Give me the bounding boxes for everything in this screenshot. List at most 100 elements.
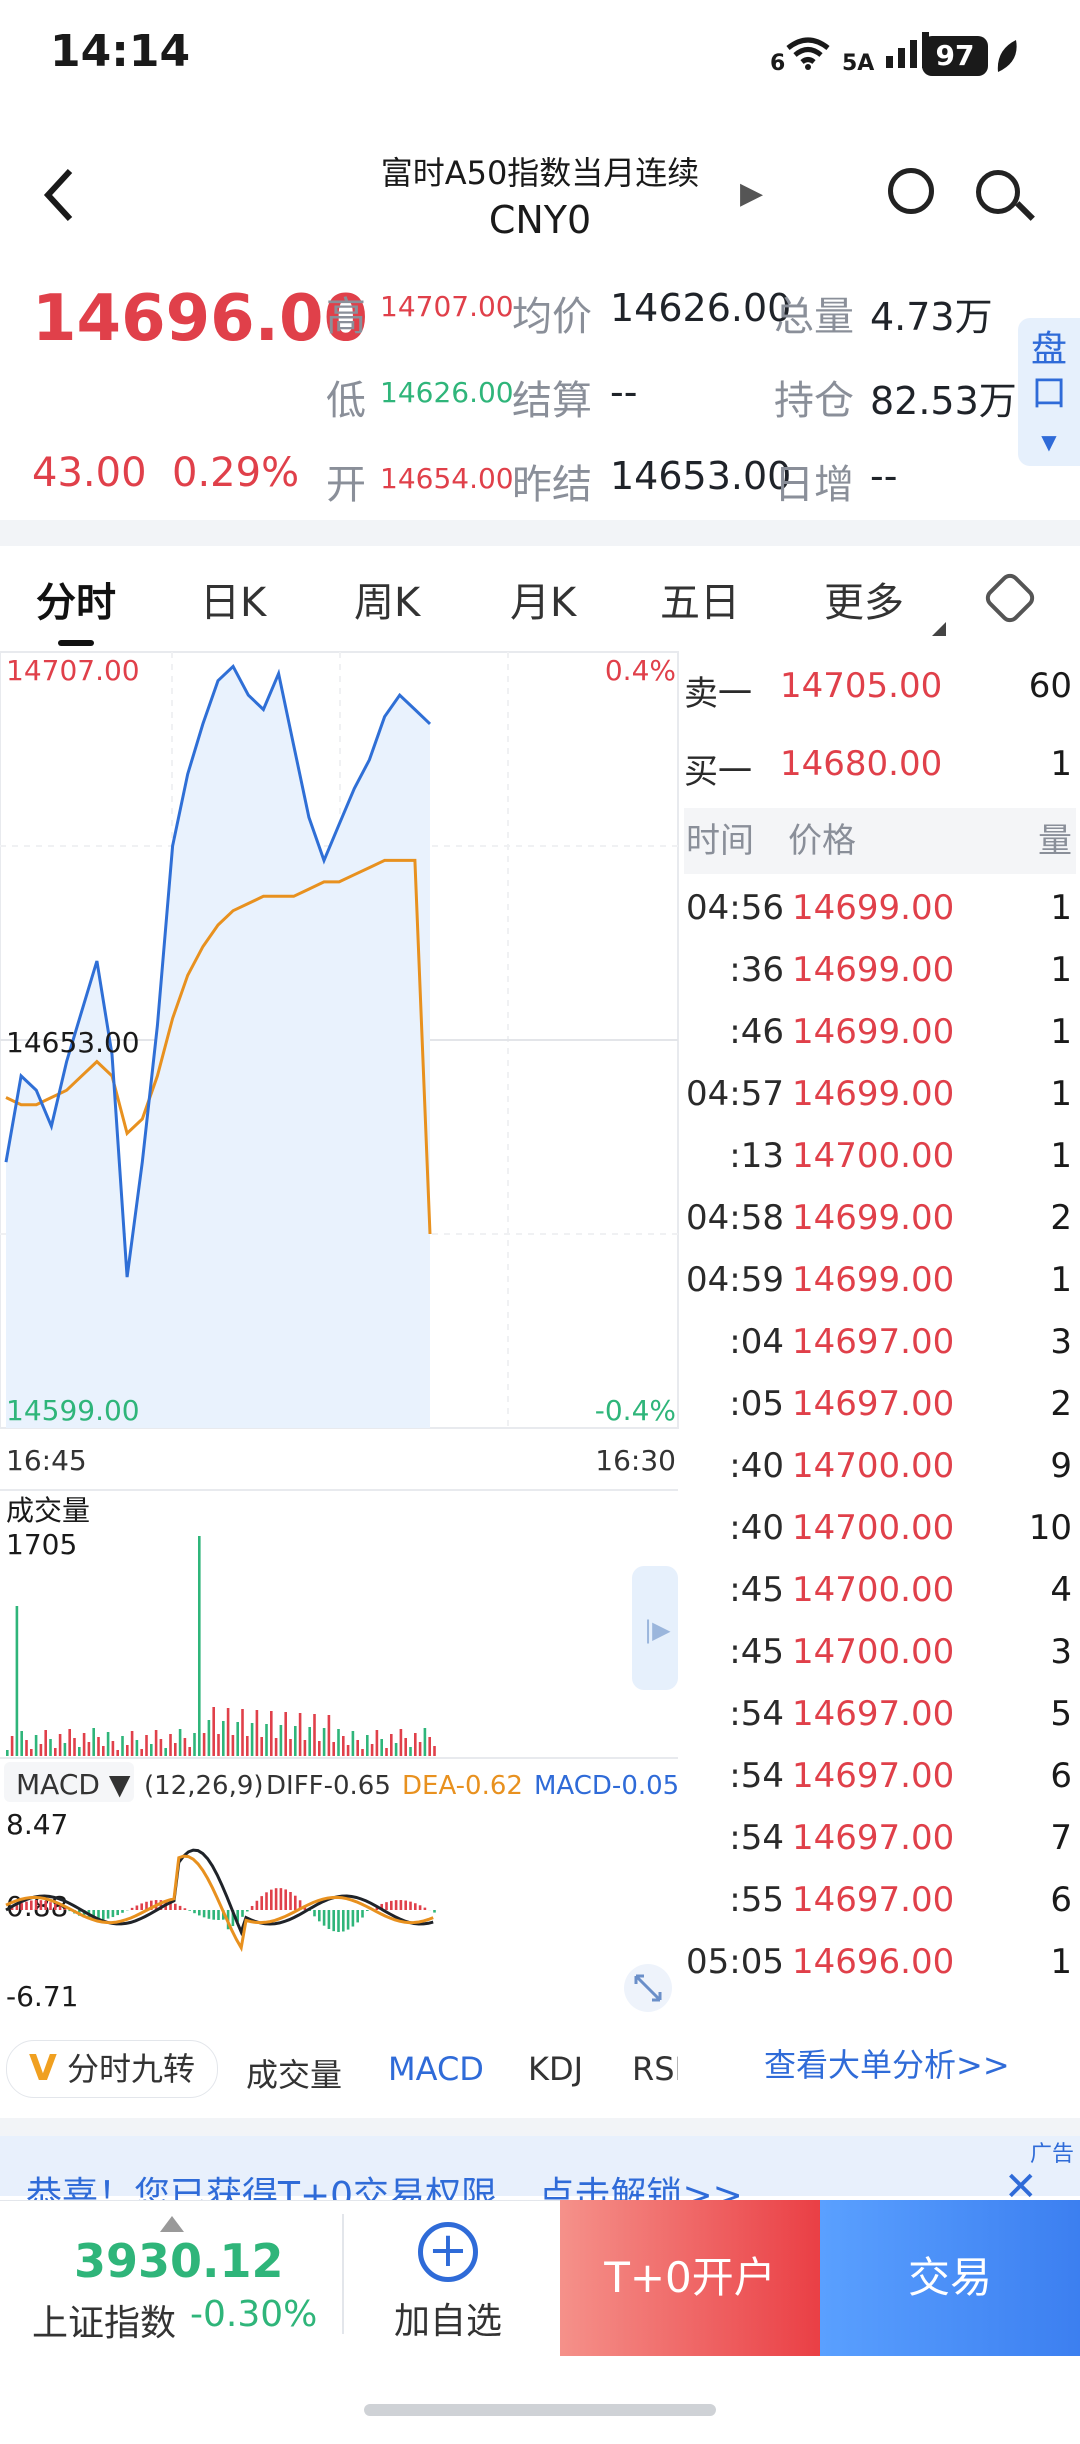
tick-row: :54 14697.00 5 — [684, 1694, 1076, 1754]
leaf-icon — [994, 38, 1020, 78]
volume-bar — [418, 1742, 422, 1756]
volume-bar — [15, 1606, 19, 1756]
open-account-button[interactable]: T+0开户 — [560, 2200, 820, 2356]
macd-value: MACD-0.05 — [534, 1771, 679, 1801]
tick-row: :40 14700.00 9 — [684, 1446, 1076, 1506]
macd-bar — [34, 1900, 38, 1910]
tick-price: 14697.00 — [792, 1322, 955, 1362]
volume-bar — [260, 1737, 263, 1756]
indicator-rsi[interactable]: RSI — [632, 2050, 678, 2088]
macd-bar — [337, 1910, 340, 1932]
volume-bar — [193, 1733, 196, 1756]
volume-bar — [87, 1742, 91, 1756]
macd-bar — [246, 1910, 249, 1912]
tab-five-day[interactable]: 五日 — [660, 570, 740, 628]
index-expand-icon[interactable] — [160, 2216, 184, 2232]
volume-bar — [270, 1711, 273, 1756]
volume-bar — [279, 1725, 283, 1756]
indicator-kdj[interactable]: KDJ — [528, 2050, 583, 2088]
macd-bar — [318, 1910, 321, 1922]
more-dropdown-icon — [932, 622, 946, 636]
indicator-macd[interactable]: MACD — [388, 2050, 484, 2088]
volume-bar — [6, 1750, 9, 1756]
nine-turn-button[interactable]: V 分时九转 — [6, 2040, 218, 2098]
search-icon[interactable] — [976, 170, 1020, 214]
macd-bar — [332, 1910, 335, 1932]
pct-axis-bottom: -0.4% — [595, 1394, 676, 1427]
macd-bar — [102, 1910, 105, 1920]
promo-banner[interactable]: 恭喜！您已获得T+0交易权限 点击解锁>> 广告 ✕ — [0, 2136, 1080, 2210]
volume-bar — [318, 1741, 321, 1756]
pankou-tab[interactable]: 盘口 ▼ — [1018, 318, 1080, 466]
tick-price: 14697.00 — [792, 1880, 955, 1920]
switch-contract-icon[interactable]: ▶ — [740, 176, 763, 211]
volume-bar — [102, 1746, 105, 1756]
tick-time: 04:58 — [686, 1198, 784, 1238]
price-change: 43.00 — [32, 450, 147, 496]
ticks-header: 时间 价格 量 — [684, 808, 1076, 874]
volume-bar — [116, 1750, 119, 1756]
add-watchlist-label[interactable]: 加自选 — [394, 2292, 502, 2344]
tick-qty: 3 — [1050, 1632, 1072, 1672]
indicator-bar: V 分时九转 成交量 MACD KDJ RSI — [0, 2040, 1080, 2100]
volume-bar — [298, 1713, 302, 1756]
add-watchlist-icon[interactable]: + — [418, 2222, 478, 2282]
v-icon: V — [29, 2048, 57, 2089]
tab-daily-k[interactable]: 日K — [200, 570, 266, 628]
tab-more[interactable]: 更多 — [824, 570, 904, 628]
macd-bar — [140, 1903, 143, 1910]
macd-bar — [404, 1900, 407, 1910]
tab-monthly-k[interactable]: 月K — [510, 570, 576, 628]
indicator-volume[interactable]: 成交量 — [246, 2050, 342, 2096]
tick-qty: 6 — [1050, 1880, 1072, 1920]
tick-qty: 10 — [1028, 1508, 1072, 1548]
back-button[interactable] — [40, 165, 80, 240]
ticks-header-price: 价格 — [788, 821, 856, 861]
tick-price: 14699.00 — [792, 1260, 955, 1300]
macd-axis-bottom: -6.71 — [6, 1980, 78, 2013]
volume-bar — [49, 1739, 52, 1756]
home-indicator[interactable] — [364, 2404, 716, 2416]
volume-bar — [399, 1729, 403, 1756]
tick-qty: 4 — [1050, 1570, 1072, 1610]
volume-bar — [169, 1734, 172, 1756]
tick-price: 14699.00 — [792, 1074, 955, 1114]
volume-max: 1705 — [6, 1528, 77, 1561]
volume-bar — [284, 1712, 287, 1756]
tick-time: :40 — [729, 1446, 784, 1486]
volume-bar — [126, 1745, 129, 1756]
volume-bar — [54, 1748, 57, 1756]
macd-bar — [39, 1900, 43, 1910]
tick-time: :45 — [729, 1632, 784, 1672]
trade-button[interactable]: 交易 — [820, 2200, 1080, 2356]
macd-bar — [356, 1910, 359, 1923]
volume-bar — [265, 1724, 268, 1756]
prev-settle-value: 14653.00 — [610, 454, 792, 498]
macd-bar — [284, 1889, 287, 1910]
volume-bar — [313, 1714, 316, 1756]
intraday-chart: 14707.00 0.4% 14653.00 14599.00 -0.4% 16… — [0, 651, 679, 2013]
volume-bar — [370, 1744, 374, 1756]
tick-row: 05:05 14696.00 1 — [684, 1942, 1076, 2002]
status-bar: 14:14 6 5A 97 — [0, 0, 1080, 110]
volume-bar — [10, 1736, 14, 1756]
time-axis-end: 16:30 — [595, 1444, 676, 1477]
tick-qty: 9 — [1050, 1446, 1072, 1486]
tab-weekly-k[interactable]: 周K — [354, 570, 420, 628]
tick-qty: 7 — [1050, 1818, 1072, 1858]
macd-bar — [351, 1910, 355, 1927]
ticks-header-time: 时间 — [686, 821, 754, 861]
macd-bar — [174, 1903, 177, 1910]
tab-intraday[interactable]: 分时 — [36, 570, 116, 628]
bid-row: 买一 14680.00 1 — [684, 744, 1076, 804]
chart-area[interactable]: 14707.00 0.4% 14653.00 14599.00 -0.4% 16… — [0, 648, 680, 2018]
tick-row: :45 14700.00 4 — [684, 1570, 1076, 1630]
tick-price: 14700.00 — [792, 1446, 955, 1486]
refresh-icon[interactable] — [888, 168, 934, 214]
index-value[interactable]: 3930.12 — [74, 2234, 284, 2288]
tick-qty: 2 — [1050, 1384, 1072, 1424]
volume-bar — [332, 1742, 335, 1756]
settings-icon[interactable] — [981, 569, 1039, 627]
volume-bar — [159, 1739, 163, 1756]
bid-price: 14680.00 — [780, 744, 943, 784]
